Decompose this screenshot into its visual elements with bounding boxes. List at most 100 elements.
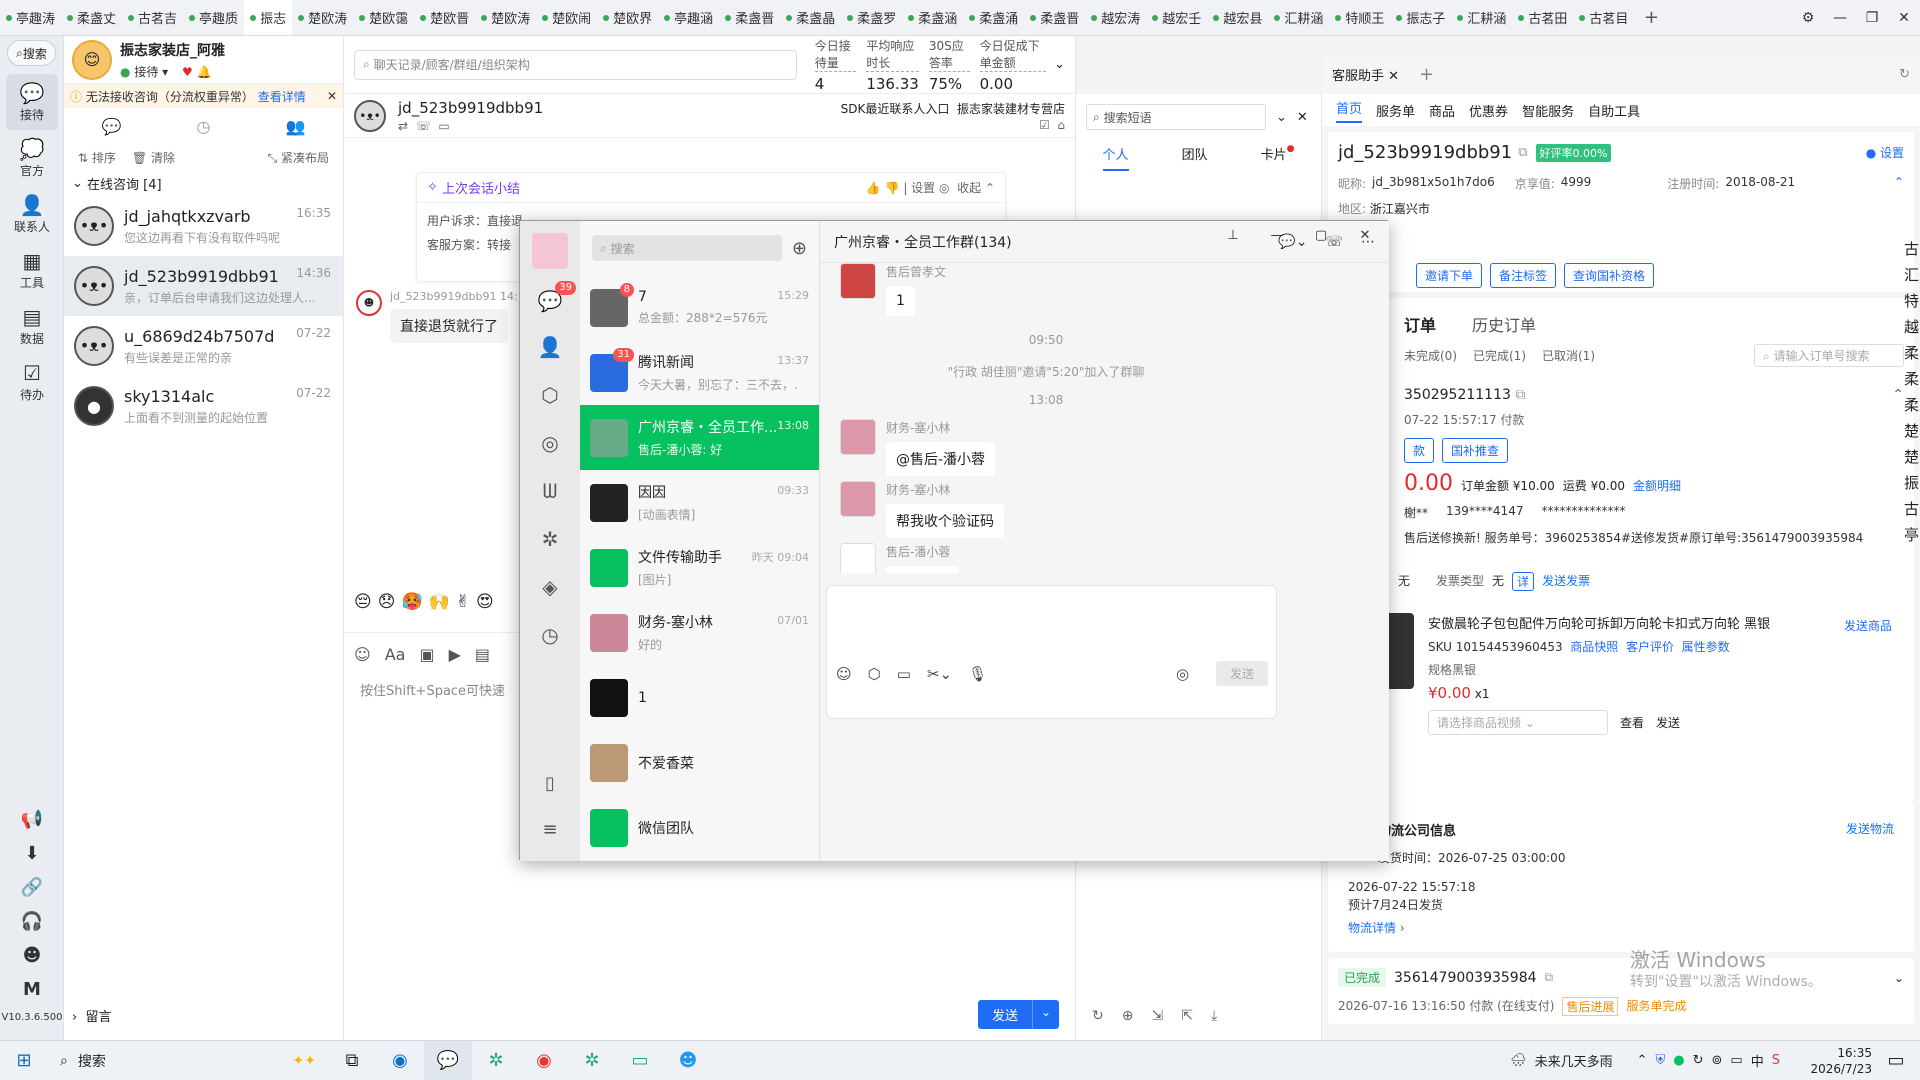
order-filter-incomplete[interactable]: 未完成(0) (1404, 347, 1457, 364)
shop-tab[interactable]: 楚欧晋 (414, 0, 475, 35)
add-tab-button[interactable]: + (1634, 0, 1668, 35)
nav-chart[interactable]: ▤ 数据 (6, 298, 58, 354)
session-item[interactable]: ● sky1314alc 上面看不到测量的起始位置 07-22 (64, 376, 343, 436)
send-options-button[interactable]: ⌄ (1032, 1000, 1060, 1029)
compact-layout-button[interactable]: ⤡ 紧凑布局 (268, 149, 329, 166)
shop-tab[interactable]: 楚欧闹 (536, 0, 597, 35)
wechat-app-icon[interactable]: 💬 (424, 1040, 472, 1080)
order-search-input[interactable]: ⌕ 请输入订单号搜索 (1754, 344, 1904, 367)
chat-bubble-icon[interactable]: 💬 (102, 117, 122, 136)
add-circle-icon[interactable]: ⊕ (1122, 1008, 1134, 1024)
search-web-icon[interactable]: ◷ (520, 611, 580, 659)
robot-icon[interactable]: ☻ (0, 938, 64, 972)
windows-start-icon[interactable]: ⊞ (0, 1041, 48, 1080)
sort-button[interactable]: ⇅ 排序 (78, 149, 116, 166)
link-icon[interactable]: 🔗 (0, 870, 64, 904)
star-icon[interactable]: ☑ (1039, 118, 1050, 132)
assistant-nav-item[interactable]: 自助工具 (1588, 101, 1640, 120)
send-product-link[interactable]: 发送商品 (1844, 617, 1892, 634)
after-sale-tag[interactable]: 售后进展 (1562, 997, 1619, 1016)
wechat-tray-icon[interactable]: ● (1673, 1053, 1684, 1068)
shop-tab[interactable]: 楚欧霭 (353, 0, 414, 35)
minimize-button[interactable]: — (1255, 221, 1299, 251)
send-button[interactable]: 发送 (978, 1000, 1033, 1029)
menu-icon[interactable]: ≡ (520, 807, 580, 853)
ime-indicator[interactable]: 中 (1751, 1051, 1764, 1070)
wechat-chat-item[interactable]: 微信团队 (580, 795, 819, 860)
wechat-chat-item[interactable]: 31 腾讯新闻 今天大暑，别忘了：三不去，... 13:37 (580, 340, 819, 405)
mic-icon[interactable]: 🎙 (968, 665, 987, 683)
wechat-message-input[interactable] (826, 585, 1277, 719)
send-video-button[interactable]: 发送 (1656, 714, 1680, 731)
collapse-icon[interactable]: ⌃ (1892, 387, 1904, 403)
app-blue-icon[interactable]: ☻ (664, 1041, 712, 1080)
tab-card[interactable]: 卡片● (1261, 144, 1295, 171)
online-group-header[interactable]: ⌄ 在线咨询 [4] (64, 170, 343, 196)
invite-order-button[interactable]: 邀请下单 (1416, 263, 1483, 288)
copy-icon[interactable]: ⧉ (1515, 387, 1525, 403)
clear-button[interactable]: 🗑 清除 (132, 149, 175, 166)
phone-icon[interactable]: ☏ (416, 119, 431, 133)
folder-icon[interactable]: ▭ (897, 665, 911, 683)
shop-tab[interactable]: 柔盏晋 (719, 0, 780, 35)
wechat-chat-item[interactable]: 不爱香菜 (580, 730, 819, 795)
wechat-chat-item[interactable]: 1 (580, 665, 819, 730)
note-icon[interactable]: ▭ (438, 119, 449, 133)
app-green-star-icon[interactable]: ✲ (568, 1041, 616, 1080)
nav-message[interactable]: 💭 官方 (6, 130, 58, 186)
shop-tab[interactable]: 亭趣质 (183, 0, 244, 35)
shop-tab[interactable]: 柔盏丈 (61, 0, 122, 35)
shop-tab[interactable]: 亭趣涵 (658, 0, 719, 35)
view-button[interactable]: 查看 (1620, 714, 1644, 731)
tab-history-orders[interactable]: 历史订单 (1472, 312, 1536, 336)
emoji-icon[interactable]: ☺ (836, 665, 852, 683)
summary-settings[interactable]: 设置 (911, 181, 935, 195)
app-s-icon[interactable]: S (1772, 1053, 1780, 1068)
transfer-icon[interactable]: ⇄ (398, 119, 408, 133)
shop-avatar[interactable]: 😊 (72, 39, 112, 80)
copy-icon[interactable]: ⧉ (1518, 145, 1527, 160)
input-hint[interactable]: 按住Shift+Space可快速 (360, 680, 505, 699)
pin-icon[interactable]: ⊥ (1211, 221, 1255, 251)
shop-initial[interactable]: 亭 (1904, 522, 1920, 548)
shop-initial[interactable]: 楚 (1904, 444, 1920, 470)
taskbar-search[interactable]: ⌕ 搜索 ✦✦ (48, 1041, 328, 1080)
clock[interactable]: 16:35 2026/7/23 (1794, 1045, 1872, 1077)
amount-detail-link[interactable]: 金额明细 (1633, 477, 1681, 494)
group-icon[interactable]: 👥 (286, 117, 306, 136)
moments-icon[interactable]: ◎ (520, 419, 580, 467)
font-icon[interactable]: Aa (385, 645, 406, 664)
nav-todo[interactable]: ☑ 待办 (6, 354, 58, 410)
assistant-tab[interactable]: 客服助手 ✕ (1332, 65, 1399, 84)
my-avatar[interactable] (532, 233, 568, 269)
maximize-button[interactable]: ❐ (1856, 0, 1888, 35)
contacts-icon[interactable]: 👤 (520, 323, 580, 371)
shop-tab[interactable]: 汇耕涵 (1268, 0, 1329, 35)
wechat-send-button[interactable]: 发送 (1216, 661, 1269, 686)
app-green-star-icon[interactable]: ✲ (472, 1041, 520, 1080)
shop-tab[interactable]: 振志子 (1390, 0, 1451, 35)
copy-icon[interactable]: ⧉ (1545, 970, 1554, 985)
tab-personal[interactable]: 个人 (1102, 144, 1129, 171)
shop-tab[interactable]: 特顺王 (1329, 0, 1390, 35)
shop-tab[interactable]: 古茗吉 (122, 0, 183, 35)
shop-tab[interactable]: 古茗田 (1512, 0, 1573, 35)
chats-icon[interactable]: 💬 39 (532, 279, 576, 323)
assistant-nav-item[interactable]: 首页 (1336, 98, 1363, 123)
close-button[interactable]: ✕ (1343, 221, 1387, 251)
message-footer[interactable]: › 留言 (72, 1006, 111, 1025)
shop-initial[interactable]: 振 (1904, 470, 1920, 496)
note-tag-button[interactable]: 备注标签 (1490, 263, 1557, 288)
tab-orders[interactable]: 订单 (1404, 312, 1436, 336)
sender-avatar[interactable] (840, 481, 876, 517)
import-icon[interactable]: ⇲ (1151, 1008, 1163, 1024)
customer-avatar[interactable]: •ᴥ• (354, 99, 386, 132)
subsidy-check-button[interactable]: 国补推查 (1442, 438, 1509, 463)
add-icon[interactable]: ⊕ (792, 238, 807, 259)
shop-tab[interactable]: 越宏壬 (1146, 0, 1207, 35)
weather-widget[interactable]: 🌧 未来几天多雨 (1510, 1051, 1613, 1070)
phone-icon[interactable]: ▯ (520, 761, 580, 807)
sender-avatar[interactable] (840, 419, 876, 455)
shop-tab[interactable]: 越宏县 (1207, 0, 1268, 35)
shop-tab[interactable]: 柔盏晋 (1024, 0, 1085, 35)
